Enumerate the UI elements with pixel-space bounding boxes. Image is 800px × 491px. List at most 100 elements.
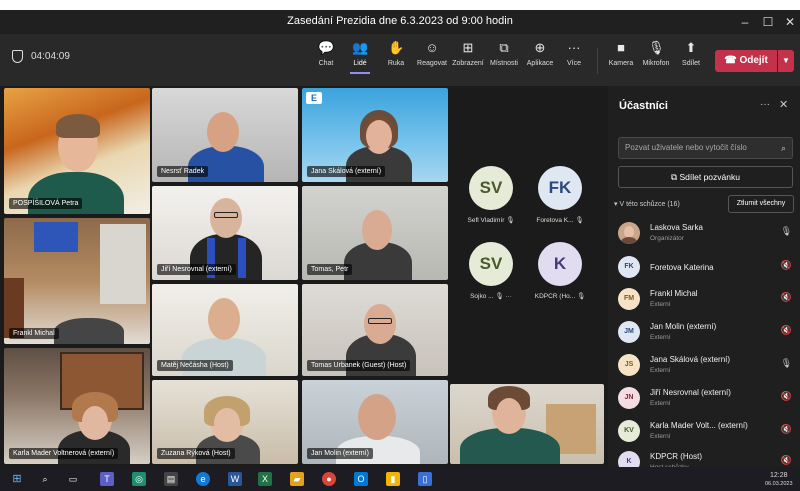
mic-off-icon: 🎙 — [506, 217, 515, 224]
mic-icon: 🎙 — [648, 40, 665, 55]
avatar: FK — [618, 256, 640, 278]
camera-button[interactable]: ■ Kamera — [604, 40, 638, 67]
minimize-button[interactable]: – — [735, 13, 755, 31]
apps-icon: ⊕ — [534, 40, 546, 55]
avatar-tile[interactable]: SV Sefl Vladimír 🎙 — [461, 166, 521, 224]
leave-button[interactable]: ☎ Odejít — [715, 50, 777, 72]
chat-icon: 💬 — [318, 40, 335, 55]
mic-off-icon: 🔇 — [780, 292, 792, 302]
mic-off-icon: 🔇 — [780, 325, 792, 335]
avatar — [618, 222, 640, 244]
close-panel-icon[interactable]: ✕ — [779, 98, 788, 111]
people-button[interactable]: 👥 Lidé — [343, 40, 377, 74]
video-tile[interactable]: E Jana Skálová (externí) — [302, 88, 448, 182]
avatar-tile[interactable]: K KDPCR (Ho... 🎙 — [530, 242, 590, 300]
more-options-icon[interactable]: ··· — [760, 99, 770, 110]
toolbar-divider — [597, 48, 598, 74]
participant-row[interactable]: Laskova Sarka Organizátor 🎙 — [618, 218, 798, 250]
avatar: SV — [469, 166, 513, 210]
video-tile[interactable]: Matěj Nečásha (Host) — [152, 284, 298, 376]
avatar-tile[interactable]: FK Foretova K... 🎙 — [530, 166, 590, 224]
mic-off-icon: 🎙 — [495, 293, 504, 300]
excel-app-icon[interactable]: X — [258, 472, 272, 486]
view-icon: ⊞ — [462, 40, 474, 55]
panel-title: Účastníci — [619, 100, 668, 112]
mic-off-icon: 🔇 — [780, 260, 792, 270]
share-icon: ⬆ — [685, 40, 697, 55]
search-icon: ⌕ — [780, 143, 786, 153]
word-app-icon[interactable]: W — [228, 472, 242, 486]
avatar-name: Sefl Vladimír 🎙 — [467, 217, 515, 224]
chat-button[interactable]: 💬 Chat — [309, 40, 343, 67]
avatar: JM — [618, 321, 640, 343]
mic-off-icon: 🔇 — [780, 455, 792, 465]
edge-browser-icon[interactable]: e — [196, 472, 210, 486]
more-button[interactable]: ··· Více — [557, 40, 591, 67]
windows-start-icon[interactable]: ⊞ — [10, 472, 24, 486]
participant-row[interactable]: KV Karla Mader Volt... (externí) Externí… — [618, 416, 798, 448]
app-icon[interactable]: ▤ — [164, 472, 178, 486]
share-button[interactable]: ⬆ Sdílet — [674, 40, 708, 67]
apps-button[interactable]: ⊕ Aplikace — [523, 40, 557, 67]
outlook-app-icon[interactable]: O — [354, 472, 368, 486]
invite-input[interactable]: Pozvat uživatele nebo vytočit číslo ⌕ — [618, 137, 793, 159]
window-title: Zasedání Prezidia dne 6.3.2023 od 9:00 h… — [287, 15, 513, 27]
microphone-button[interactable]: 🎙 Mikrofon — [639, 40, 673, 67]
avatar-tile[interactable]: SV Sojko ... 🎙 ··· — [461, 242, 521, 300]
participant-name-label: POSPÍŠILOVÁ Petra — [9, 198, 83, 209]
app-icon[interactable]: ◎ — [132, 472, 146, 486]
leave-options-button[interactable]: ▼ — [778, 50, 794, 72]
avatar-name: KDPCR (Ho... 🎙 — [534, 293, 586, 300]
video-tile[interactable]: Zuzana Rýková (Host) — [152, 380, 298, 464]
avatar: K — [538, 242, 582, 286]
close-window-button[interactable]: ✕ — [780, 13, 800, 31]
system-clock[interactable]: 12:28 06.03.2023 — [765, 471, 793, 489]
video-tile[interactable]: POSPÍŠILOVÁ Petra — [4, 88, 150, 214]
video-tile[interactable]: Tomas, Petr — [302, 186, 448, 280]
video-tile[interactable]: Jiří Nesrovnal (externí) — [152, 186, 298, 280]
teams-window: Zasedání Prezidia dne 6.3.2023 od 9:00 h… — [0, 10, 800, 467]
video-tile[interactable]: Frankl Michal — [4, 218, 150, 344]
participant-row[interactable]: JS Jana Skálová (externí) Externí 🎙 — [618, 350, 798, 382]
folder-icon[interactable]: ▰ — [290, 472, 304, 486]
avatar: K — [618, 451, 640, 467]
task-view-icon[interactable]: ▭ — [66, 472, 80, 486]
react-button[interactable]: ☺ Reagovat — [415, 40, 449, 67]
section-header[interactable]: ▾ V této schůzce (16) — [614, 200, 680, 208]
participant-row[interactable]: FK Foretova Katerina 🔇 — [618, 252, 798, 284]
share-invite-button[interactable]: ⧉ Sdílet pozvánku — [618, 166, 793, 188]
participant-row[interactable]: FM Frankl Michal Externí 🔇 — [618, 284, 798, 316]
view-button[interactable]: ⊞ Zobrazení — [451, 40, 485, 67]
participant-row[interactable]: JN Jiří Nesrovnal (externí) Externí 🔇 — [618, 383, 798, 415]
mute-all-button[interactable]: Ztlumit všechny — [728, 195, 794, 213]
teams-app-icon[interactable]: T — [100, 472, 114, 486]
taskbar: ⊞ ⌕ ▭ T ◎ ▤ e W X ▰ ● O ▮ ▯ 12:28 06.03.… — [0, 467, 800, 491]
app-icon[interactable]: ▯ — [418, 472, 432, 486]
avatar: FK — [538, 166, 582, 210]
video-tile[interactable]: Jan Molin (externí) — [302, 380, 448, 464]
search-icon[interactable]: ⌕ — [38, 472, 52, 486]
participant-row[interactable]: JM Jan Molin (externí) Externí 🔇 — [618, 317, 798, 349]
mic-on-icon: 🎙 — [780, 226, 792, 236]
participant-row[interactable]: K KDPCR (Host) Host schůzky 🔇 — [618, 447, 798, 467]
participant-name-label: Zuzana Rýková (Host) — [157, 448, 235, 459]
video-tile[interactable]: Nesrsť Radek — [152, 88, 298, 182]
mic-off-icon: 🔇 — [780, 391, 792, 401]
chrome-browser-icon[interactable]: ● — [322, 472, 336, 486]
video-tile[interactable]: Karla Mader Voltnerová (externí) — [4, 348, 150, 464]
raise-hand-button[interactable]: ✋ Ruka — [379, 40, 413, 67]
phone-icon: ☎ — [724, 55, 740, 66]
chevron-down-icon: ▼ — [782, 56, 790, 65]
mic-off-icon: 🎙 — [577, 293, 586, 300]
participant-name-label: Jiří Nesrovnal (externí) — [157, 264, 236, 275]
video-grid: POSPÍŠILOVÁ Petra Nesrsť Radek E Jana Sk… — [0, 86, 608, 467]
video-tile[interactable] — [450, 384, 604, 464]
meeting-toolbar: 04:04:09 💬 Chat 👥 Lidé ✋ Ruka ☺ Reagovat ⊞ Zo… — [0, 34, 800, 86]
participant-name-label: Tomas, Petr — [307, 264, 353, 275]
app-icon[interactable]: ▮ — [386, 472, 400, 486]
video-tile[interactable]: Tomas Urbanek (Guest) (Host) — [302, 284, 448, 376]
participant-name-label: Nesrsť Radek — [157, 166, 209, 177]
rooms-button[interactable]: ⧉ Místnosti — [487, 40, 521, 67]
camera-icon: ■ — [617, 40, 625, 55]
maximize-button[interactable]: ☐ — [758, 13, 778, 31]
